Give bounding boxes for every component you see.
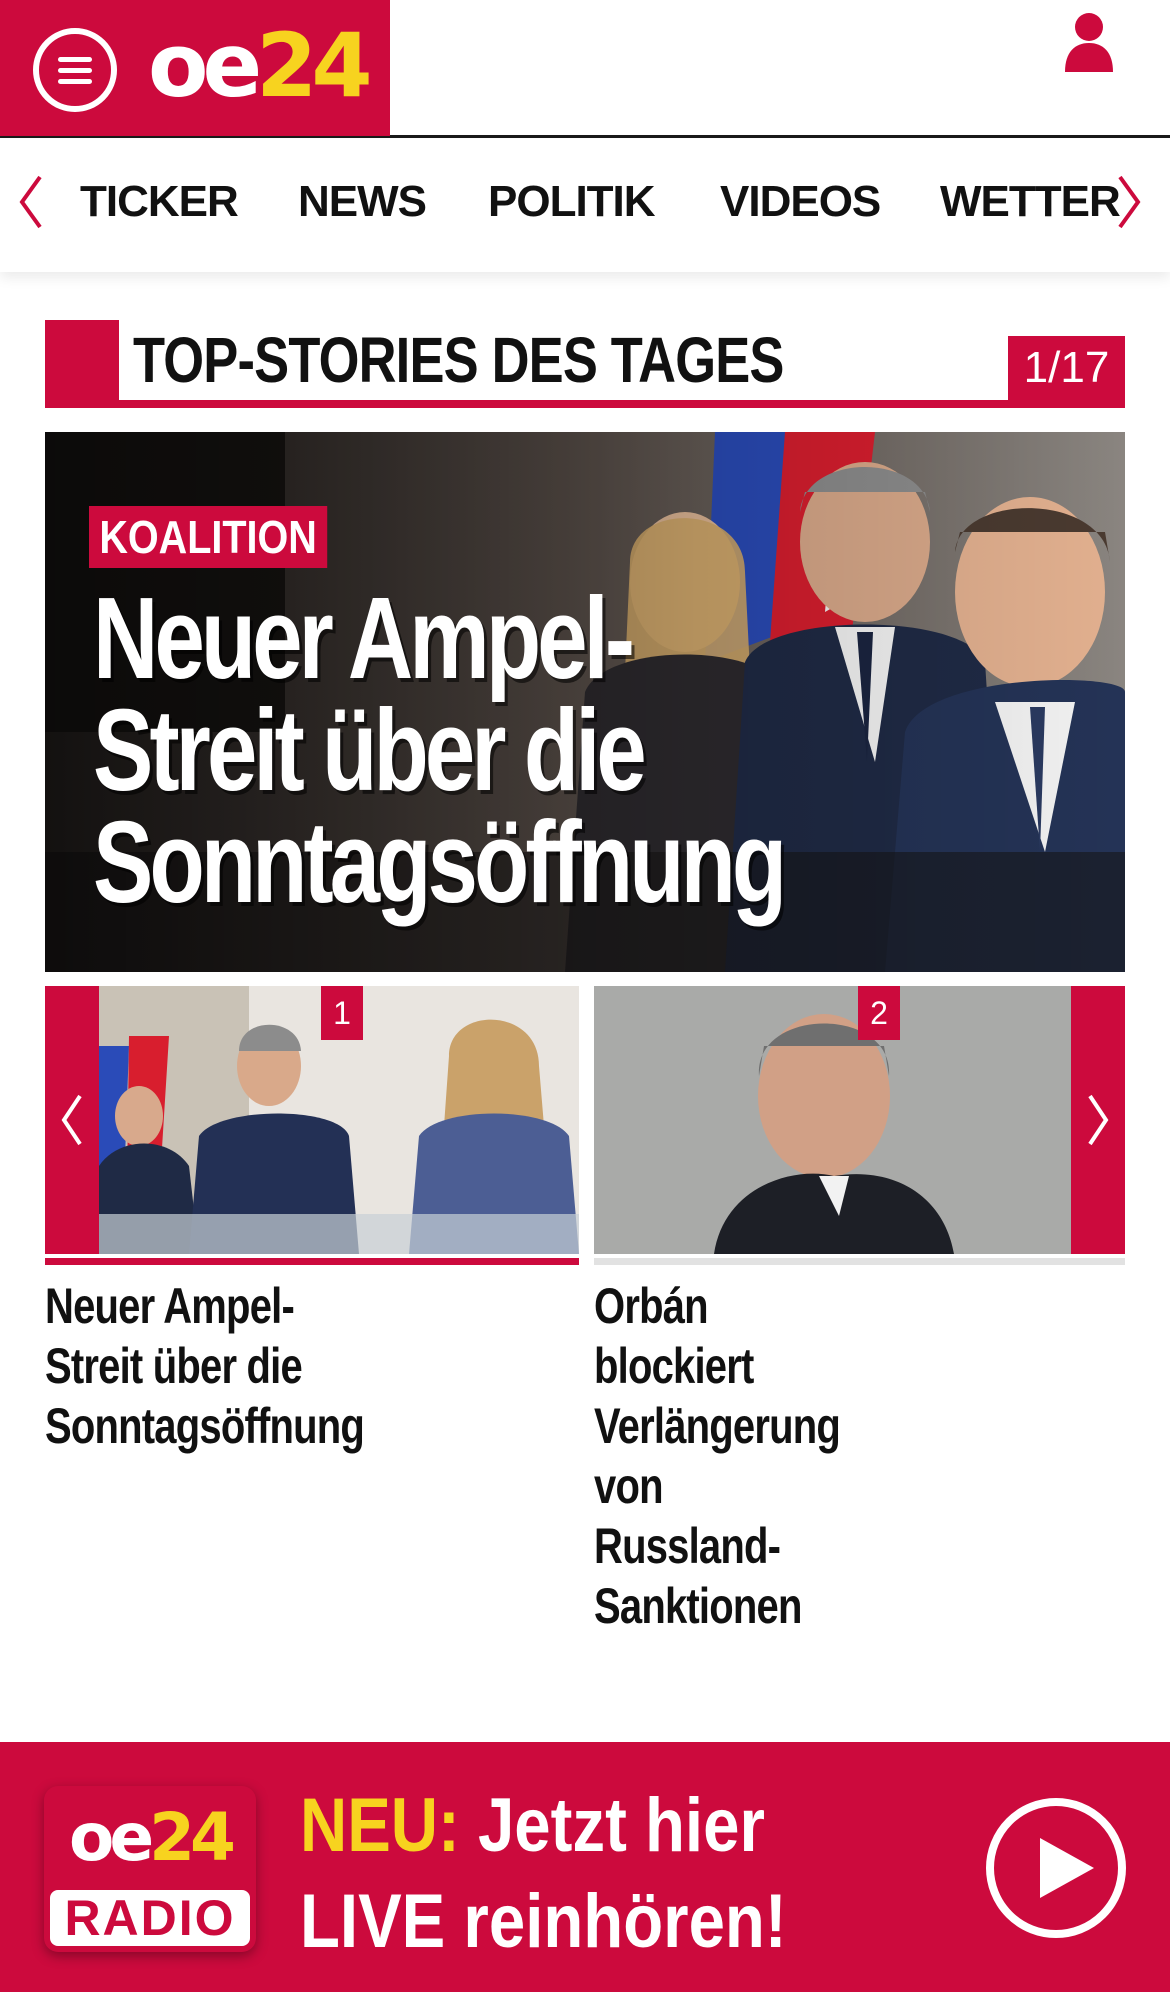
card-indicator xyxy=(594,1258,1125,1265)
radio-promo-line1: NEU: Jetzt hier xyxy=(300,1778,787,1874)
radio-promo-banner[interactable]: oe24 RADIO NEU: Jetzt hier LIVE reinhöre… xyxy=(0,1742,1170,1992)
nav-item-ticker[interactable]: TICKER xyxy=(80,173,239,231)
card-active-indicator xyxy=(45,1258,579,1265)
nav-item-videos[interactable]: VIDEOS xyxy=(720,173,881,231)
hamburger-menu-icon[interactable] xyxy=(33,28,117,112)
section-title: TOP-STORIES DES TAGES xyxy=(133,324,784,396)
hero-headline[interactable]: Neuer Ampel- Streit über die Sonntagsöff… xyxy=(93,580,787,920)
logo-24-text: 24 xyxy=(256,14,372,117)
radio-line1-text: Jetzt hier xyxy=(477,1783,765,1868)
nav-item-politik[interactable]: POLITIK xyxy=(488,173,656,231)
radio-promo-text[interactable]: NEU: Jetzt hier LIVE reinhören! xyxy=(300,1778,787,1970)
carousel-next-button[interactable] xyxy=(1071,986,1125,1254)
story-counter-badge: 1/17 xyxy=(1008,336,1125,400)
section-accent-block xyxy=(45,320,119,408)
radio-logo-label: RADIO xyxy=(50,1890,250,1946)
hero-story[interactable]: KOALITION Neuer Ampel- Streit über die S… xyxy=(45,432,1125,972)
neu-label: NEU: xyxy=(300,1783,460,1868)
chevron-right-icon[interactable] xyxy=(1114,173,1144,231)
brand-box: oe24 xyxy=(0,0,390,136)
card-thumbnail xyxy=(594,986,1071,1254)
play-button[interactable] xyxy=(986,1798,1126,1938)
site-logo[interactable]: oe24 xyxy=(148,14,373,117)
hero-category-tag[interactable]: KOALITION xyxy=(89,506,328,568)
nav-item-news[interactable]: NEWS xyxy=(298,173,427,231)
site-header: oe24 xyxy=(0,0,1170,138)
card-caption[interactable]: Neuer Ampel-Streit über die Sonntagsöffn… xyxy=(45,1276,365,1456)
radio-logo-24: 24 xyxy=(149,1799,236,1876)
card-caption[interactable]: Orbán blockiert Verlängerung von Russlan… xyxy=(594,1276,841,1636)
section-underline xyxy=(45,400,1125,408)
top-stories-header: TOP-STORIES DES TAGES 1/17 xyxy=(45,320,1125,408)
user-icon[interactable] xyxy=(1063,12,1115,72)
play-icon xyxy=(1040,1838,1094,1898)
card-number-badge: 2 xyxy=(858,986,900,1040)
chevron-right-icon xyxy=(1088,1094,1109,1146)
chevron-left-icon xyxy=(61,1094,82,1146)
radio-logo-wordmark: oe24 xyxy=(44,1786,256,1890)
chevron-left-icon[interactable] xyxy=(16,173,46,231)
nav-item-wetter[interactable]: WETTER xyxy=(940,173,1121,231)
radio-line2-text: LIVE reinhören! xyxy=(300,1879,787,1964)
radio-logo-oe: oe xyxy=(69,1799,154,1876)
carousel-prev-button[interactable] xyxy=(45,986,99,1254)
story-carousel: 1 Neuer Ampel-Streit über die Sonntagsöf… xyxy=(45,986,1125,1634)
category-nav: TICKER NEWS POLITIK VIDEOS WETTER xyxy=(0,139,1170,272)
card-number-badge: 1 xyxy=(321,986,363,1040)
logo-oe-text: oe xyxy=(148,14,262,117)
radio-logo: oe24 RADIO xyxy=(44,1786,256,1952)
